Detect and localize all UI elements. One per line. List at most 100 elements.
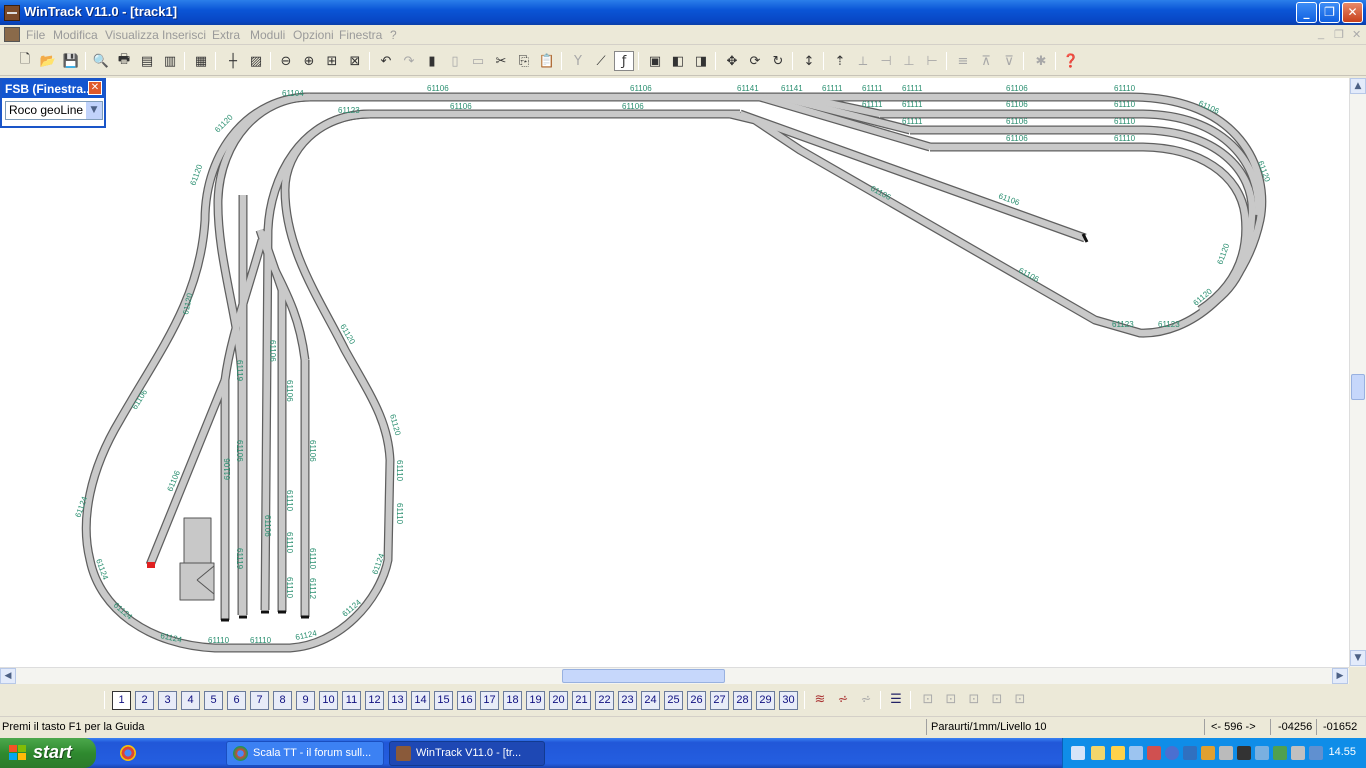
level-up-icon[interactable]: ⊼ bbox=[976, 51, 996, 71]
measure-icon[interactable]: ↕ bbox=[799, 51, 819, 71]
level-button-18[interactable]: 18 bbox=[503, 691, 522, 710]
image-icon[interactable]: ▨ bbox=[246, 51, 266, 71]
layers-icon[interactable]: ≋ bbox=[811, 692, 829, 710]
settings-icon[interactable]: ✱ bbox=[1031, 51, 1051, 71]
rotate-icon[interactable]: ⟳ bbox=[745, 51, 765, 71]
level-button-28[interactable]: 28 bbox=[733, 691, 752, 710]
view-5-icon[interactable]: ⊡ bbox=[1011, 692, 1029, 710]
scroll-right-button[interactable]: ▶ bbox=[1332, 668, 1348, 684]
level-button-29[interactable]: 29 bbox=[756, 691, 775, 710]
menu-inserisci[interactable]: Inserisci bbox=[162, 28, 206, 42]
layer-gray-icon[interactable]: ⩫ bbox=[857, 692, 875, 710]
wintrack-app-icon[interactable] bbox=[4, 5, 20, 21]
level-button-21[interactable]: 21 bbox=[572, 691, 591, 710]
connect-red-icon[interactable]: ◧ bbox=[668, 51, 688, 71]
level-button-1[interactable]: 1 bbox=[112, 691, 131, 710]
menu-help[interactable]: ? bbox=[390, 28, 397, 42]
start-button[interactable]: start bbox=[0, 738, 96, 768]
scroll-up-button[interactable]: ▲ bbox=[1350, 78, 1366, 94]
tray-icon[interactable] bbox=[1091, 746, 1105, 760]
mdi-minimize-button[interactable]: _ bbox=[1318, 28, 1324, 40]
tray-icon[interactable] bbox=[1219, 746, 1233, 760]
chevron-down-icon[interactable]: ▼ bbox=[86, 102, 102, 119]
level-button-13[interactable]: 13 bbox=[388, 691, 407, 710]
mdi-close-button[interactable]: ✕ bbox=[1352, 28, 1361, 41]
menu-file[interactable]: File bbox=[26, 28, 45, 42]
vertical-scroll-thumb[interactable] bbox=[1351, 374, 1365, 400]
fsb-close-button[interactable]: ✕ bbox=[88, 81, 102, 95]
print-icon[interactable]: 🖶 bbox=[114, 51, 134, 71]
height-icon[interactable]: ⇡ bbox=[830, 51, 850, 71]
paste-icon[interactable]: 📋 bbox=[537, 51, 557, 71]
chrome-quicklaunch-icon[interactable] bbox=[120, 745, 136, 761]
level-button-8[interactable]: 8 bbox=[273, 691, 292, 710]
tray-icon[interactable] bbox=[1273, 746, 1287, 760]
layer-stack-icon[interactable]: ☰ bbox=[887, 692, 905, 710]
track-layout-drawing[interactable]: 61106 61106 61106 61106 61141 61141 6111… bbox=[0, 78, 1349, 667]
track-red-icon[interactable]: ▮ bbox=[422, 51, 442, 71]
horizontal-scrollbar[interactable]: ◀ ▶ bbox=[0, 667, 1349, 684]
level-button-5[interactable]: 5 bbox=[204, 691, 223, 710]
save-icon[interactable]: 💾 bbox=[61, 51, 81, 71]
scroll-down-button[interactable]: ▼ bbox=[1350, 650, 1366, 666]
level-button-3[interactable]: 3 bbox=[158, 691, 177, 710]
layer-red-icon[interactable]: ⩫ bbox=[834, 692, 852, 710]
menu-visualizza[interactable]: Visualizza bbox=[105, 28, 159, 42]
flex-track-icon[interactable]: ƒ bbox=[614, 51, 634, 71]
level-button-25[interactable]: 25 bbox=[664, 691, 683, 710]
level-down-icon[interactable]: ⊽ bbox=[999, 51, 1019, 71]
connect-icon[interactable]: ▣ bbox=[645, 51, 665, 71]
cut-icon[interactable]: ✂ bbox=[491, 51, 511, 71]
page-icon[interactable]: ▥ bbox=[160, 51, 180, 71]
level-button-17[interactable]: 17 bbox=[480, 691, 499, 710]
view-4-icon[interactable]: ⊡ bbox=[988, 692, 1006, 710]
level-button-2[interactable]: 2 bbox=[135, 691, 154, 710]
level-button-7[interactable]: 7 bbox=[250, 691, 269, 710]
shield-icon[interactable] bbox=[1111, 746, 1125, 760]
level-button-19[interactable]: 19 bbox=[526, 691, 545, 710]
print-setup-icon[interactable]: ▤ bbox=[137, 51, 157, 71]
level-button-11[interactable]: 11 bbox=[342, 691, 361, 710]
level-button-16[interactable]: 16 bbox=[457, 691, 476, 710]
undo-icon[interactable]: ↶ bbox=[376, 51, 396, 71]
join-icon[interactable]: ⊥ bbox=[899, 51, 919, 71]
view-2-icon[interactable]: ⊡ bbox=[942, 692, 960, 710]
track-insert-icon[interactable]: ▭ bbox=[468, 51, 488, 71]
menu-modifica[interactable]: Modifica bbox=[53, 28, 98, 42]
level-button-10[interactable]: 10 bbox=[319, 691, 338, 710]
close-button[interactable]: ✕ bbox=[1342, 2, 1363, 23]
slope-icon[interactable]: ⟂ bbox=[853, 51, 873, 71]
zoom-in-icon[interactable]: ⊕ bbox=[299, 51, 319, 71]
tray-icon[interactable] bbox=[1147, 746, 1161, 760]
parts-list-icon[interactable]: ▦ bbox=[191, 51, 211, 71]
document-icon[interactable] bbox=[4, 27, 20, 42]
track-canvas[interactable]: 61106 61106 61106 61106 61141 61141 6111… bbox=[0, 78, 1349, 667]
tray-icon[interactable] bbox=[1165, 746, 1179, 760]
track-copy-icon[interactable]: ▯ bbox=[445, 51, 465, 71]
stack-icon[interactable]: ≡ bbox=[953, 51, 973, 71]
move-icon[interactable]: ✥ bbox=[722, 51, 742, 71]
tray-icon[interactable] bbox=[1237, 746, 1251, 760]
zoom-window-icon[interactable]: ⊞ bbox=[322, 51, 342, 71]
tray-icon[interactable] bbox=[1309, 746, 1323, 760]
tray-icon[interactable] bbox=[1255, 746, 1269, 760]
zoom-all-icon[interactable]: ⊠ bbox=[345, 51, 365, 71]
copy-icon[interactable]: ⎘ bbox=[514, 51, 534, 71]
align-icon[interactable]: ⊣ bbox=[876, 51, 896, 71]
view-3-icon[interactable]: ⊡ bbox=[965, 692, 983, 710]
level-button-23[interactable]: 23 bbox=[618, 691, 637, 710]
view-1-icon[interactable]: ⊡ bbox=[919, 692, 937, 710]
level-button-30[interactable]: 30 bbox=[779, 691, 798, 710]
disconnect-icon[interactable]: ◨ bbox=[691, 51, 711, 71]
network-icon[interactable] bbox=[1129, 746, 1143, 760]
level-button-20[interactable]: 20 bbox=[549, 691, 568, 710]
level-button-14[interactable]: 14 bbox=[411, 691, 430, 710]
volume-icon[interactable] bbox=[1291, 746, 1305, 760]
level-button-24[interactable]: 24 bbox=[641, 691, 660, 710]
bluetooth-icon[interactable] bbox=[1183, 746, 1197, 760]
open-folder-icon[interactable]: 📂 bbox=[38, 51, 58, 71]
rotate-180-icon[interactable]: ↻ bbox=[768, 51, 788, 71]
redo-icon[interactable]: ↷ bbox=[399, 51, 419, 71]
menu-finestra[interactable]: Finestra bbox=[339, 28, 382, 42]
track-system-select[interactable]: Roco geoLine H0 ▼ bbox=[5, 101, 103, 120]
